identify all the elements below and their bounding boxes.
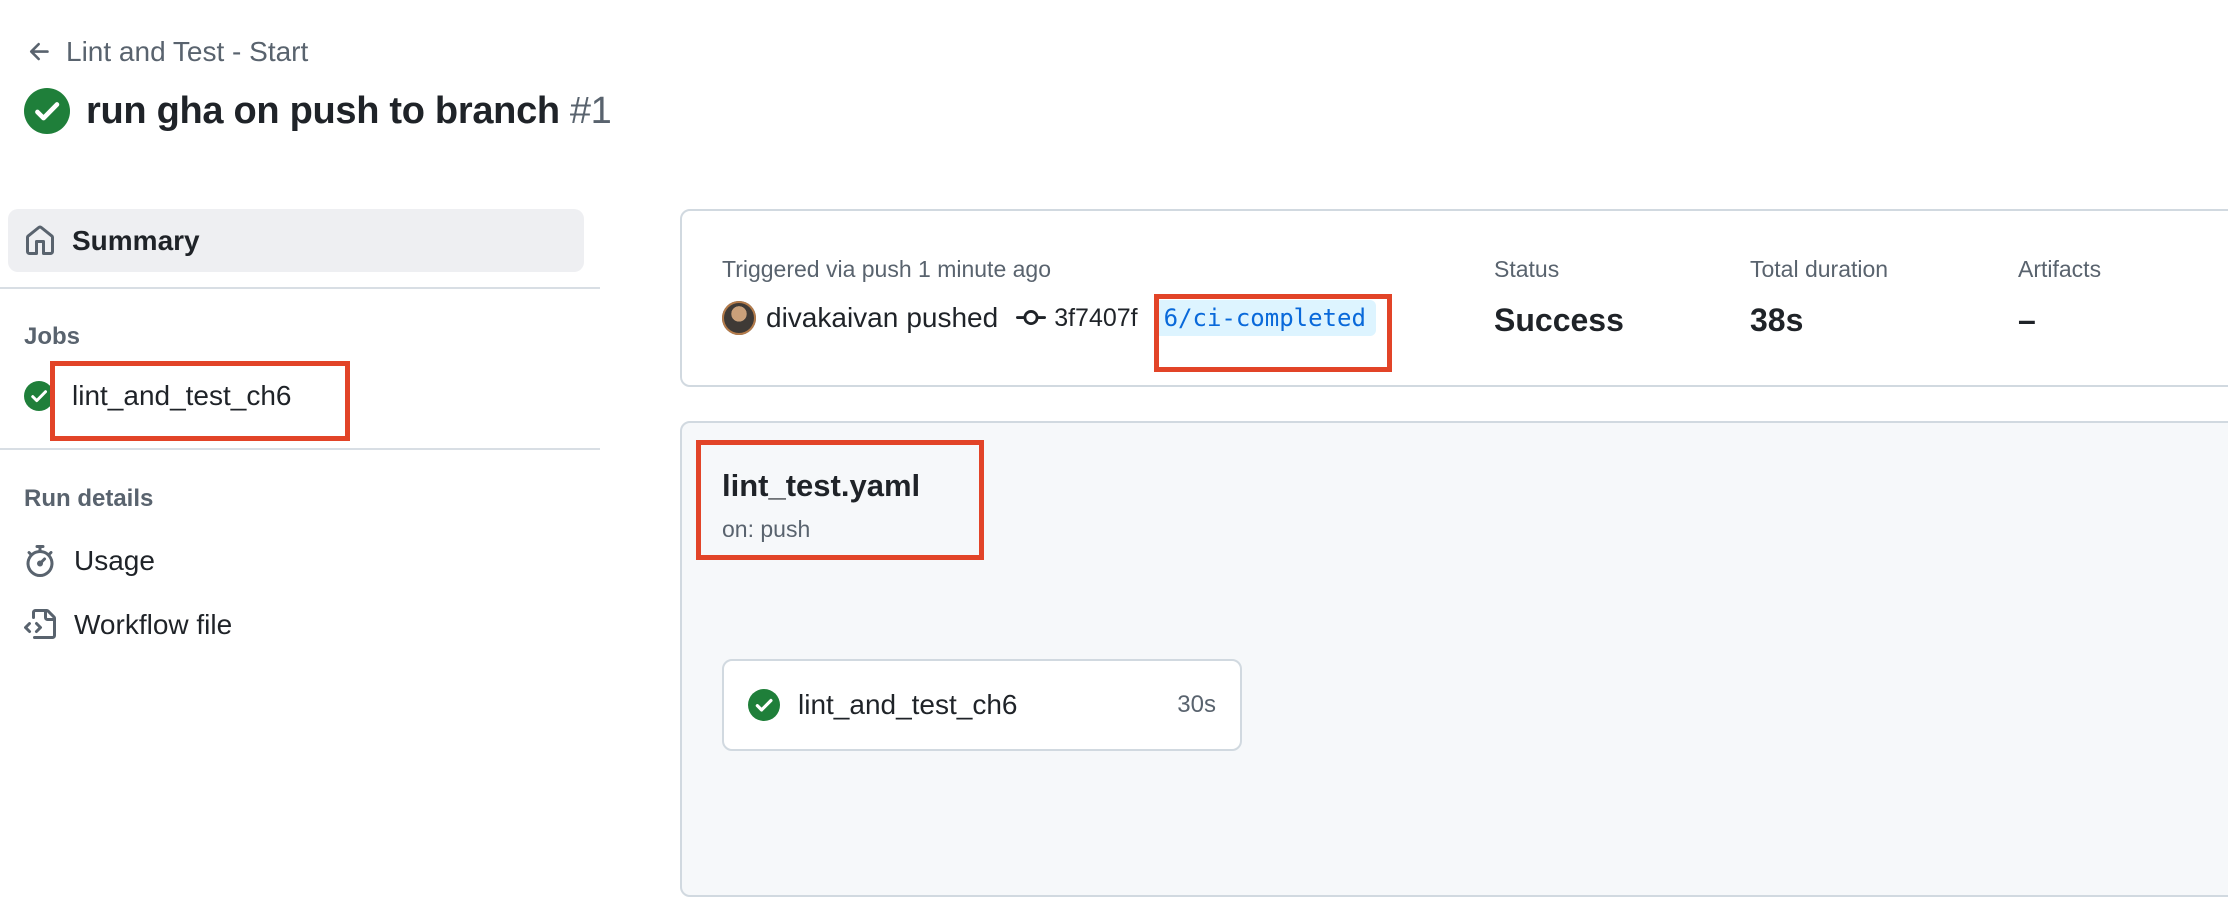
workflow-job-name: lint_and_test_ch6 <box>798 689 1018 720</box>
branch-label[interactable]: 6/ci-completed <box>1153 300 1376 336</box>
sidebar-item-usage-label: Usage <box>74 545 155 576</box>
run-number: #1 <box>569 89 612 132</box>
run-details-section-title: Run details <box>24 485 154 512</box>
total-duration-label: Total duration <box>1750 256 1889 282</box>
sidebar-job-label: lint_and_test_ch6 <box>72 380 292 411</box>
run-title: run gha on push to branch <box>86 89 560 132</box>
check-circle-fill-icon <box>24 88 70 134</box>
back-link[interactable]: Lint and Test - Start <box>26 36 308 68</box>
actor-link[interactable]: divakaivan <box>766 302 898 334</box>
sidebar-item-usage[interactable]: Usage <box>24 545 155 577</box>
status-label: Status <box>1494 256 1560 282</box>
workflow-job-card[interactable]: lint_and_test_ch6 30s <box>722 659 1242 751</box>
workflow-trigger: on: push <box>722 516 811 542</box>
sidebar-item-workflow-file[interactable]: Workflow file <box>24 609 232 641</box>
check-circle-fill-icon <box>24 381 54 411</box>
push-action-text: pushed <box>906 302 999 333</box>
page-title: run gha on push to branch #1 <box>86 89 612 133</box>
git-commit-icon <box>1016 310 1047 326</box>
workflow-job-duration: 30s <box>1177 691 1216 718</box>
artifacts-value: – <box>2018 302 2036 338</box>
sidebar-divider <box>0 448 600 450</box>
sidebar-item-summary-label: Summary <box>72 224 200 256</box>
workflow-file-name: lint_test.yaml <box>722 468 921 503</box>
sidebar-job-item[interactable]: lint_and_test_ch6 <box>24 380 292 412</box>
page-title-row: run gha on push to branch #1 <box>24 88 612 134</box>
push-info-row: divakaivan pushed 3f7407f 6/ci-completed <box>722 300 1376 336</box>
back-link-label: Lint and Test - Start <box>66 36 309 67</box>
home-icon <box>26 225 54 255</box>
status-value: Success <box>1494 302 1624 338</box>
total-duration-value: 38s <box>1750 302 1804 338</box>
jobs-section-title: Jobs <box>24 323 81 350</box>
sidebar-item-workflow-file-label: Workflow file <box>74 609 233 640</box>
artifacts-label: Artifacts <box>2018 256 2102 282</box>
arrow-left-icon <box>29 42 49 61</box>
commit-link[interactable]: 3f7407f <box>1016 303 1138 333</box>
sidebar-divider <box>0 287 600 289</box>
check-circle-fill-icon <box>748 689 780 721</box>
file-code-icon <box>24 609 56 639</box>
sidebar-item-summary[interactable]: Summary <box>8 209 584 272</box>
commit-sha: 3f7407f <box>1054 303 1138 332</box>
stopwatch-icon <box>26 545 54 577</box>
triggered-text: Triggered via push 1 minute ago <box>722 256 1052 282</box>
run-summary-card <box>680 209 2228 387</box>
avatar[interactable] <box>722 301 756 335</box>
